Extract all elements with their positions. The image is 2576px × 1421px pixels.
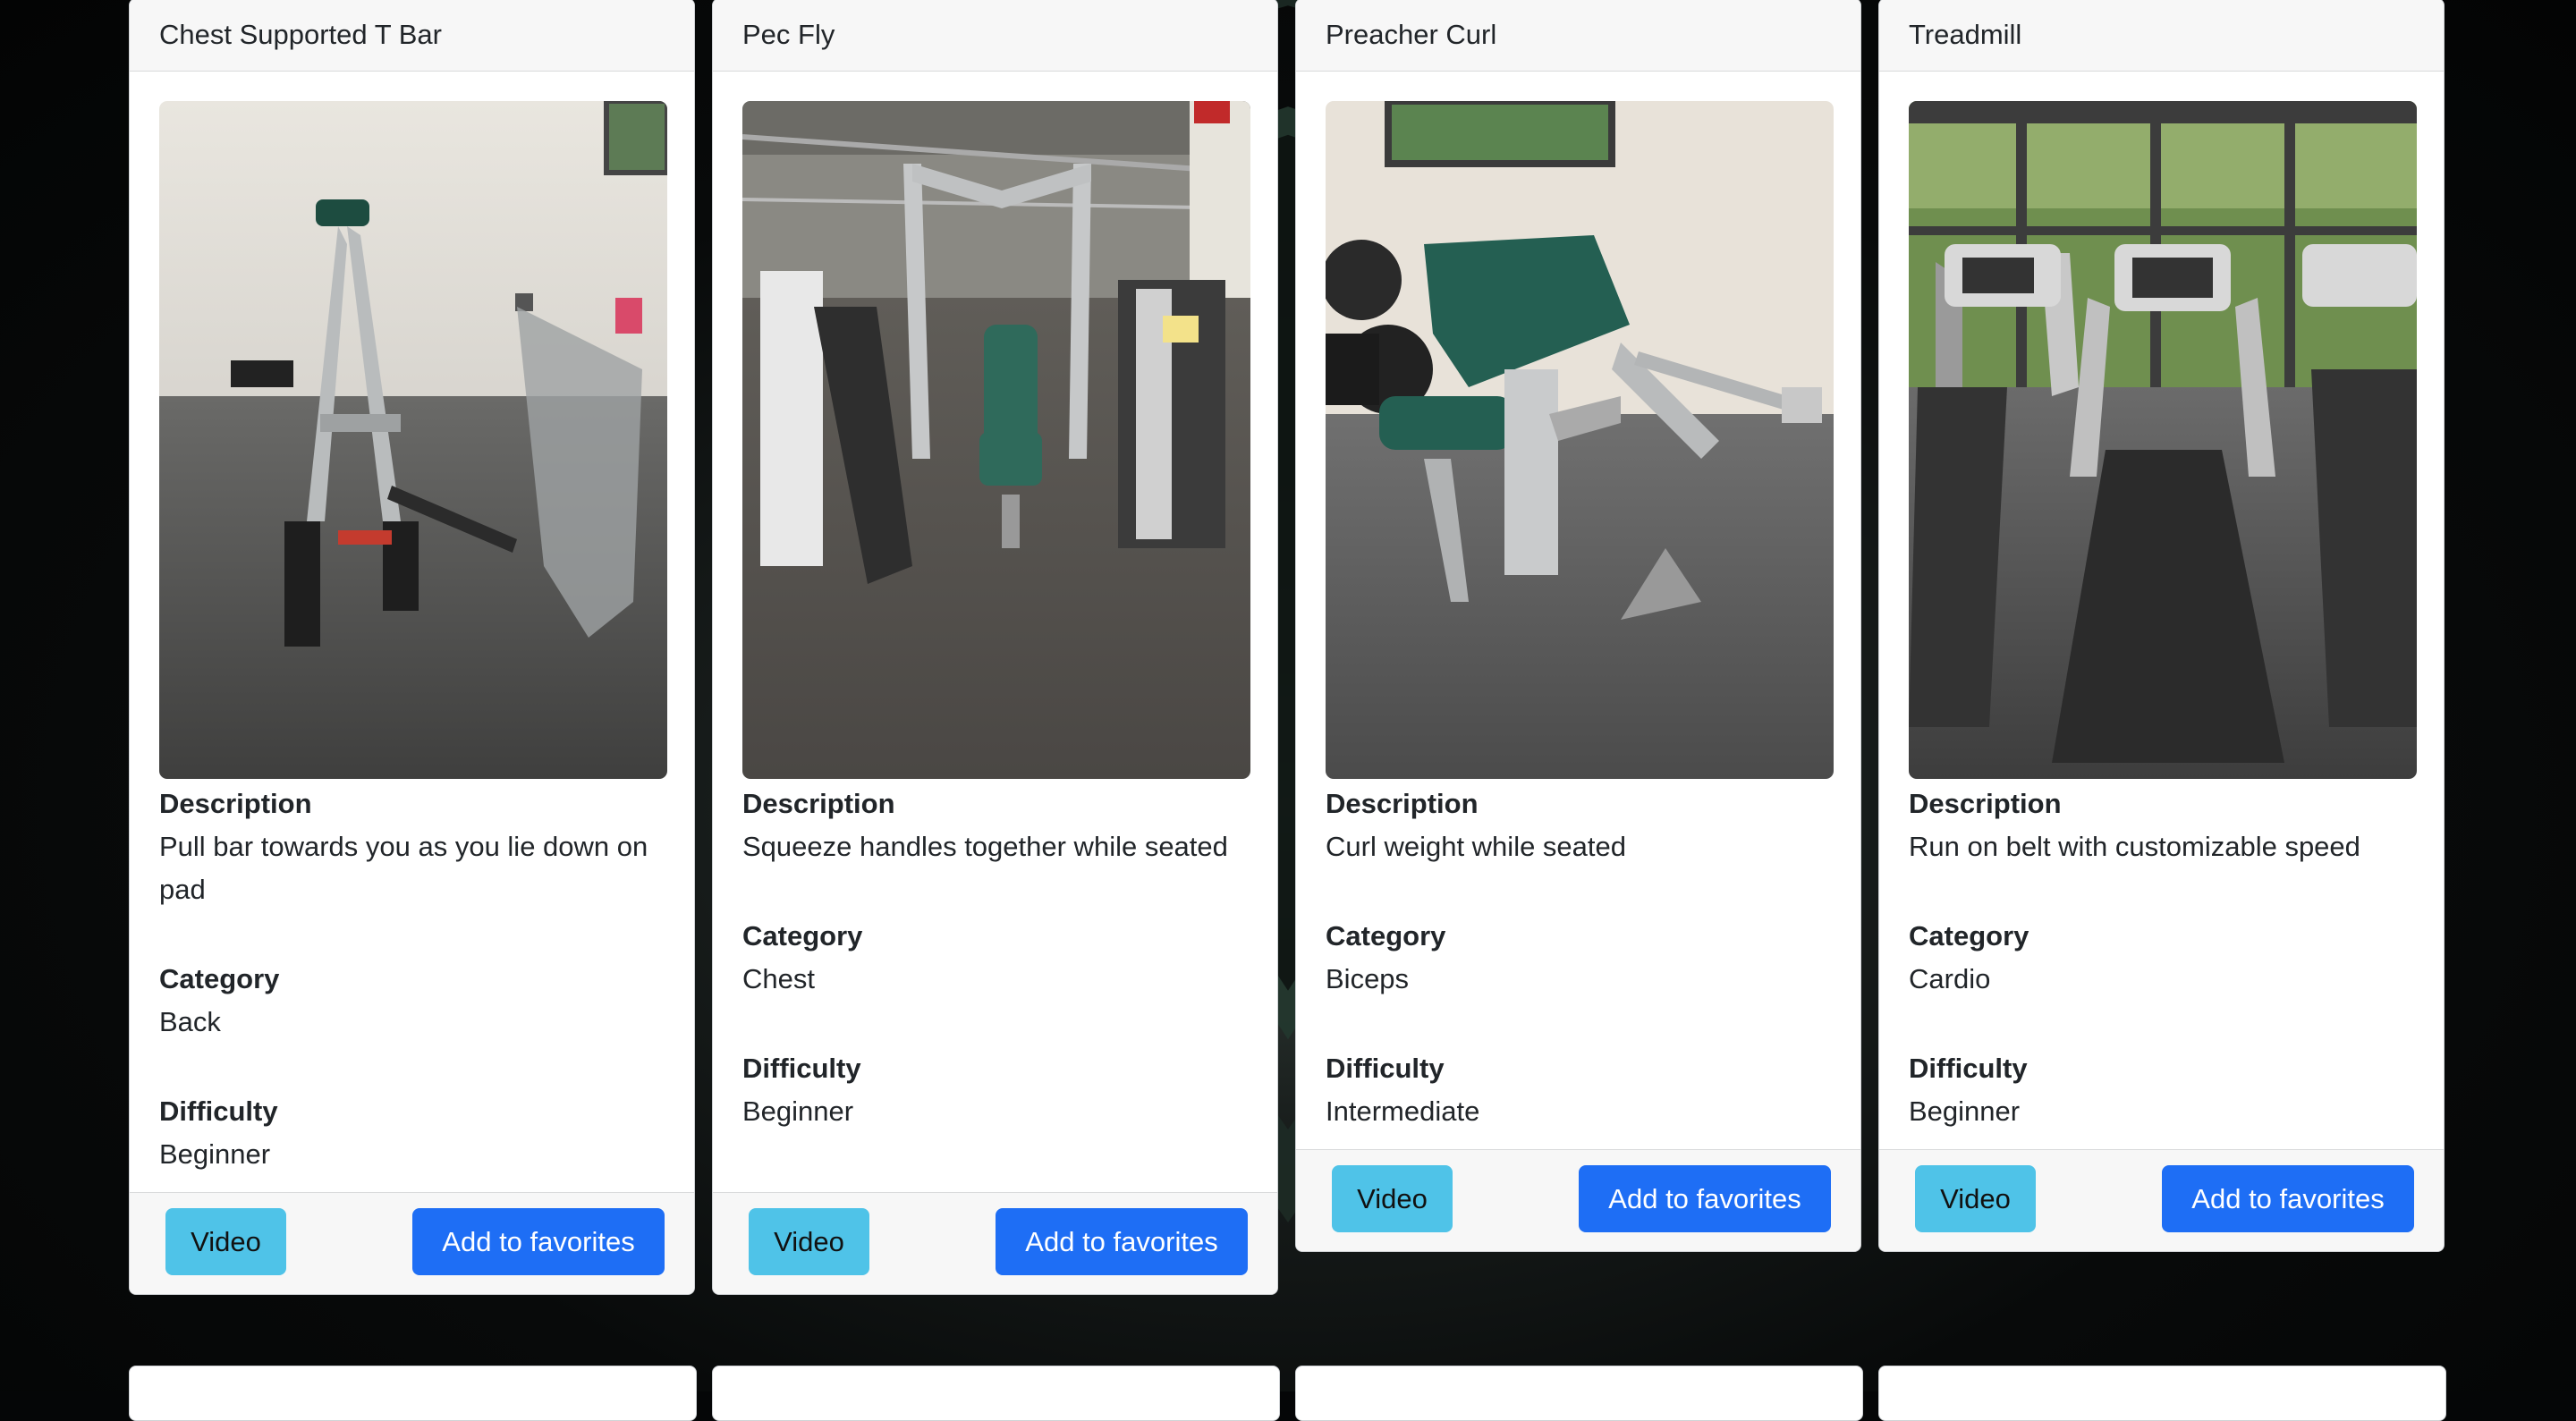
video-button[interactable]: Video	[165, 1208, 286, 1275]
description-label: Description	[742, 788, 895, 819]
difficulty-label: Difficulty	[1909, 1053, 2028, 1084]
difficulty-label: Difficulty	[1326, 1053, 1445, 1084]
difficulty-label: Difficulty	[742, 1053, 861, 1084]
add-to-favorites-button[interactable]: Add to favorites	[412, 1208, 665, 1275]
equipment-photo	[1326, 101, 1834, 779]
description-text: Curl weight while seated	[1326, 831, 1627, 862]
video-button[interactable]: Video	[1915, 1165, 2036, 1232]
category-label: Category	[1326, 920, 1446, 952]
description-label: Description	[1326, 788, 1479, 819]
add-to-favorites-button[interactable]: Add to favorites	[996, 1208, 1248, 1275]
exercise-card-next-row	[712, 1366, 1280, 1421]
card-footer: Video Add to favorites	[713, 1192, 1277, 1294]
card-footer: Video Add to favorites	[1296, 1149, 1860, 1251]
description-text: Squeeze handles together while seated	[742, 831, 1228, 862]
card-title: Chest Supported T Bar	[130, 0, 694, 72]
category-label: Category	[742, 920, 863, 952]
equipment-photo	[159, 101, 667, 779]
card-footer: Video Add to favorites	[1879, 1149, 2444, 1251]
exercise-card-next-row	[129, 1366, 697, 1421]
add-to-favorites-button[interactable]: Add to favorites	[1579, 1165, 1831, 1232]
category-value: Biceps	[1326, 963, 1410, 994]
video-button[interactable]: Video	[749, 1208, 869, 1275]
exercise-card-next-row	[1295, 1366, 1863, 1421]
card-title: Treadmill	[1879, 0, 2444, 72]
video-button[interactable]: Video	[1332, 1165, 1453, 1232]
category-value: Back	[159, 1006, 221, 1037]
exercise-card-treadmill: Treadmill Description Run on belt with c…	[1878, 0, 2445, 1252]
category-label: Category	[1909, 920, 2029, 952]
difficulty-label: Difficulty	[159, 1095, 278, 1127]
difficulty-value: Beginner	[159, 1138, 271, 1170]
card-footer: Video Add to favorites	[130, 1192, 694, 1294]
exercise-card-next-row	[1878, 1366, 2446, 1421]
equipment-photo	[742, 101, 1250, 779]
difficulty-value: Intermediate	[1326, 1095, 1480, 1127]
description-label: Description	[1909, 788, 2062, 819]
exercise-card-preacher-curl: Preacher Curl Description Curl weight wh…	[1295, 0, 1861, 1252]
category-value: Cardio	[1909, 963, 1991, 994]
difficulty-value: Beginner	[1909, 1095, 2021, 1127]
exercise-card-chest-supported-t-bar: Chest Supported T Bar Description Pull b…	[129, 0, 695, 1295]
category-label: Category	[159, 963, 280, 994]
add-to-favorites-button[interactable]: Add to favorites	[2162, 1165, 2414, 1232]
difficulty-value: Beginner	[742, 1095, 854, 1127]
description-label: Description	[159, 788, 312, 819]
description-text: Pull bar towards you as you lie down on …	[159, 831, 648, 905]
category-value: Chest	[742, 963, 815, 994]
card-title: Preacher Curl	[1296, 0, 1860, 72]
equipment-photo	[1909, 101, 2417, 779]
exercise-card-pec-fly: Pec Fly Description Squeeze handles toge…	[712, 0, 1278, 1295]
description-text: Run on belt with customizable speed	[1909, 831, 2360, 862]
card-title: Pec Fly	[713, 0, 1277, 72]
